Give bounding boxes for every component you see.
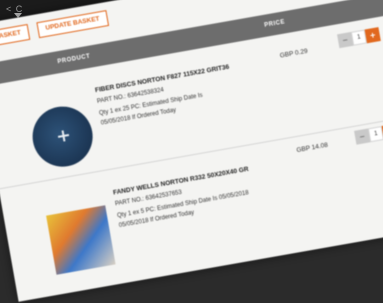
- column-product: PRODUCT: [57, 53, 91, 66]
- product-image-flap-wheel[interactable]: [46, 205, 116, 275]
- column-price: PRICE: [263, 19, 286, 29]
- quantity-stepper[interactable]: − 1 +: [354, 123, 383, 145]
- disc-logo-icon: [57, 130, 70, 143]
- increase-quantity-button[interactable]: +: [364, 27, 381, 44]
- product-price: GBP 0.29: [279, 47, 309, 60]
- basket-page: EMPTY BASKET UPDATE BASKET PRODUCT PRICE…: [0, 0, 383, 302]
- product-price: GBP 14.08: [296, 141, 329, 155]
- quantity-value[interactable]: 1: [367, 126, 383, 143]
- empty-basket-button[interactable]: EMPTY BASKET: [0, 24, 31, 52]
- update-basket-button[interactable]: UPDATE BASKET: [36, 10, 109, 39]
- product-image-fiber-disc[interactable]: [27, 101, 98, 172]
- quantity-stepper[interactable]: − 1 +: [337, 27, 381, 49]
